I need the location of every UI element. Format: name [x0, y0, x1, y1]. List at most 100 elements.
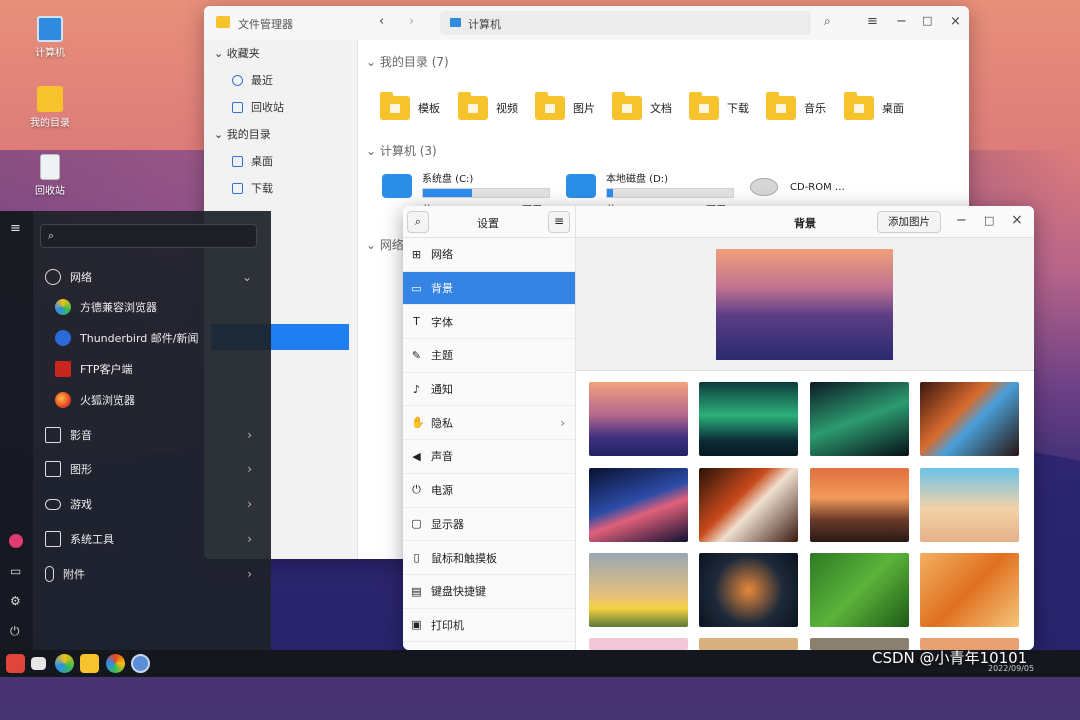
show-desktop-icon[interactable] [31, 657, 46, 670]
sidebar-header-mydir[interactable]: ⌄ 我的目录 [204, 121, 357, 148]
folder-home-icon [37, 86, 63, 112]
keyboard-icon: ▤ [411, 584, 422, 598]
wallpaper-thumb[interactable] [810, 382, 909, 456]
menu-category-accessories[interactable]: 附件 › [45, 559, 260, 589]
app-store-icon[interactable] [106, 654, 125, 673]
folder-pictures[interactable]: 图片 [535, 92, 595, 120]
wallpaper-thumb[interactable] [589, 382, 688, 456]
minimize-icon[interactable]: − [956, 213, 967, 228]
speaker-icon: ◀ [412, 449, 421, 463]
preview-area [576, 238, 1034, 371]
wallpaper-thumb[interactable] [699, 468, 798, 542]
chevron-right-icon: › [247, 532, 252, 546]
folder-downloads[interactable]: 下载 [689, 92, 749, 120]
usage-bar [606, 188, 734, 198]
folder-desktop[interactable]: 桌面 [844, 92, 904, 120]
settings-item-network[interactable]: ⊞ 网络 [403, 238, 575, 272]
menu-category-graphics[interactable]: 图形 › [45, 454, 260, 484]
power-icon[interactable]: ⏻ [10, 624, 20, 639]
wallpaper-thumb[interactable] [920, 382, 1019, 456]
settings-item-sound[interactable]: ◀ 声音 [403, 440, 575, 474]
section-computer[interactable]: ⌄ 计算机 (3) [366, 142, 437, 159]
wallpaper-thumb[interactable] [699, 638, 798, 650]
folder-templates[interactable]: 模板 [380, 92, 440, 120]
wallpaper-thumb[interactable] [699, 553, 798, 627]
sidebar-item-recent[interactable]: 最近 [204, 67, 357, 94]
settings-item-keyboard[interactable]: ▤ 键盘快捷键 [403, 575, 575, 609]
menu-icon[interactable]: ≡ [867, 14, 878, 29]
sidebar-item-trash[interactable]: 回收站 [204, 94, 357, 121]
maximize-icon[interactable]: □ [984, 214, 994, 227]
menu-button[interactable]: ≡ [548, 211, 570, 233]
folder-videos[interactable]: 视频 [458, 92, 518, 120]
close-icon[interactable]: × [950, 14, 961, 29]
wallpaper-thumb[interactable] [589, 468, 688, 542]
wallpaper-thumb[interactable] [810, 468, 909, 542]
menu-category-system-tools[interactable]: 系统工具 › [45, 524, 260, 554]
drive-cdrom[interactable]: CD-ROM … [750, 178, 860, 196]
folder-documents[interactable]: 文档 [612, 92, 672, 120]
menu-app-thunderbird[interactable]: Thunderbird 邮件/新闻 [55, 323, 260, 353]
display-icon: ▢ [411, 517, 422, 531]
settings-item-privacy[interactable]: ✋ 隐私 › [403, 406, 575, 441]
sidebar-item-downloads[interactable]: 下载 [204, 175, 357, 202]
settings-item-notifications[interactable]: ♪ 通知 [403, 373, 575, 407]
settings-item-printers[interactable]: ▣ 打印机 [403, 609, 575, 643]
chevron-right-icon: › [247, 462, 252, 476]
section-mydir[interactable]: ⌄ 我的目录 (7) [366, 53, 449, 70]
search-icon[interactable]: ⌕ [824, 14, 831, 29]
wallpaper-thumb[interactable] [589, 553, 688, 627]
desktop-icon-mydir[interactable]: 我的目录 [20, 86, 80, 129]
media-icon [45, 427, 61, 443]
folder-music[interactable]: 音乐 [766, 92, 826, 120]
hamburger-icon[interactable]: ≡ [10, 221, 21, 236]
cdrom-icon [750, 178, 778, 196]
settings-item-fonts[interactable]: T 字体 [403, 305, 575, 340]
user-avatar[interactable] [9, 534, 23, 548]
gamepad-icon [45, 498, 61, 510]
fangde-browser-icon [55, 299, 71, 315]
thunderbird-icon [55, 330, 71, 346]
close-icon[interactable]: × [1011, 212, 1023, 228]
add-picture-button[interactable]: 添加图片 [877, 211, 941, 233]
section-network[interactable]: ⌄ 网络 [366, 236, 404, 253]
display-icon[interactable]: ▭ [10, 564, 21, 578]
settings-item-power[interactable]: ⏻ 电源 [403, 474, 575, 508]
address-bar[interactable]: 计算机 [440, 11, 811, 35]
desktop-icon-trash[interactable]: 回收站 [20, 154, 80, 197]
wallpaper-thumb[interactable] [810, 553, 909, 627]
bell-icon: ♪ [412, 382, 421, 396]
menu-search-input[interactable]: ⌕ [40, 224, 257, 248]
monitor-icon [37, 16, 63, 42]
settings-item-theme[interactable]: ✎ 主题 [403, 339, 575, 373]
desktop-icon-computer[interactable]: 计算机 [20, 16, 80, 59]
minimize-icon[interactable]: − [896, 14, 907, 29]
settings-item-display[interactable]: ▢ 显示器 [403, 508, 575, 542]
menu-app-ftp-client[interactable]: FTP客户端 [55, 354, 260, 384]
start-menu-icon[interactable] [6, 654, 25, 673]
settings-app-icon[interactable] [131, 654, 150, 673]
settings-icon[interactable]: ⚙ [10, 594, 21, 608]
sidebar-item-desktop[interactable]: 桌面 [204, 148, 357, 175]
menu-category-multimedia[interactable]: 影音 › [45, 420, 260, 450]
menu-category-network[interactable]: 网络 ⌄ [45, 262, 260, 292]
wallpaper-thumb[interactable] [920, 553, 1019, 627]
maximize-icon[interactable]: □ [922, 14, 932, 27]
menu-category-games[interactable]: 游戏 › [45, 489, 260, 519]
settings-item-background[interactable]: ▭ 背景 [403, 271, 575, 306]
fangde-browser-icon[interactable] [55, 654, 74, 673]
wallpaper-thumb[interactable] [699, 382, 798, 456]
sidebar-header-favorites[interactable]: ⌄ 收藏夹 [204, 40, 357, 67]
wallpaper-thumb[interactable] [589, 638, 688, 650]
image-icon: ▭ [411, 281, 422, 295]
search-button[interactable]: ⌕ [407, 211, 429, 233]
back-icon[interactable]: ‹ [379, 14, 384, 29]
forward-icon[interactable]: › [409, 14, 414, 29]
fm-titlebar: 文件管理器 ‹ › 计算机 ⌕ ≡ − □ × [204, 6, 969, 40]
breadcrumb: 计算机 [468, 18, 501, 31]
menu-app-firefox[interactable]: 火狐浏览器 [55, 385, 260, 415]
menu-app-fangde-browser[interactable]: 方德兼容浏览器 [55, 292, 260, 322]
file-manager-icon[interactable] [80, 654, 99, 673]
settings-item-mouse[interactable]: ▯ 鼠标和触摸板 [403, 541, 575, 575]
wallpaper-thumb[interactable] [920, 468, 1019, 542]
